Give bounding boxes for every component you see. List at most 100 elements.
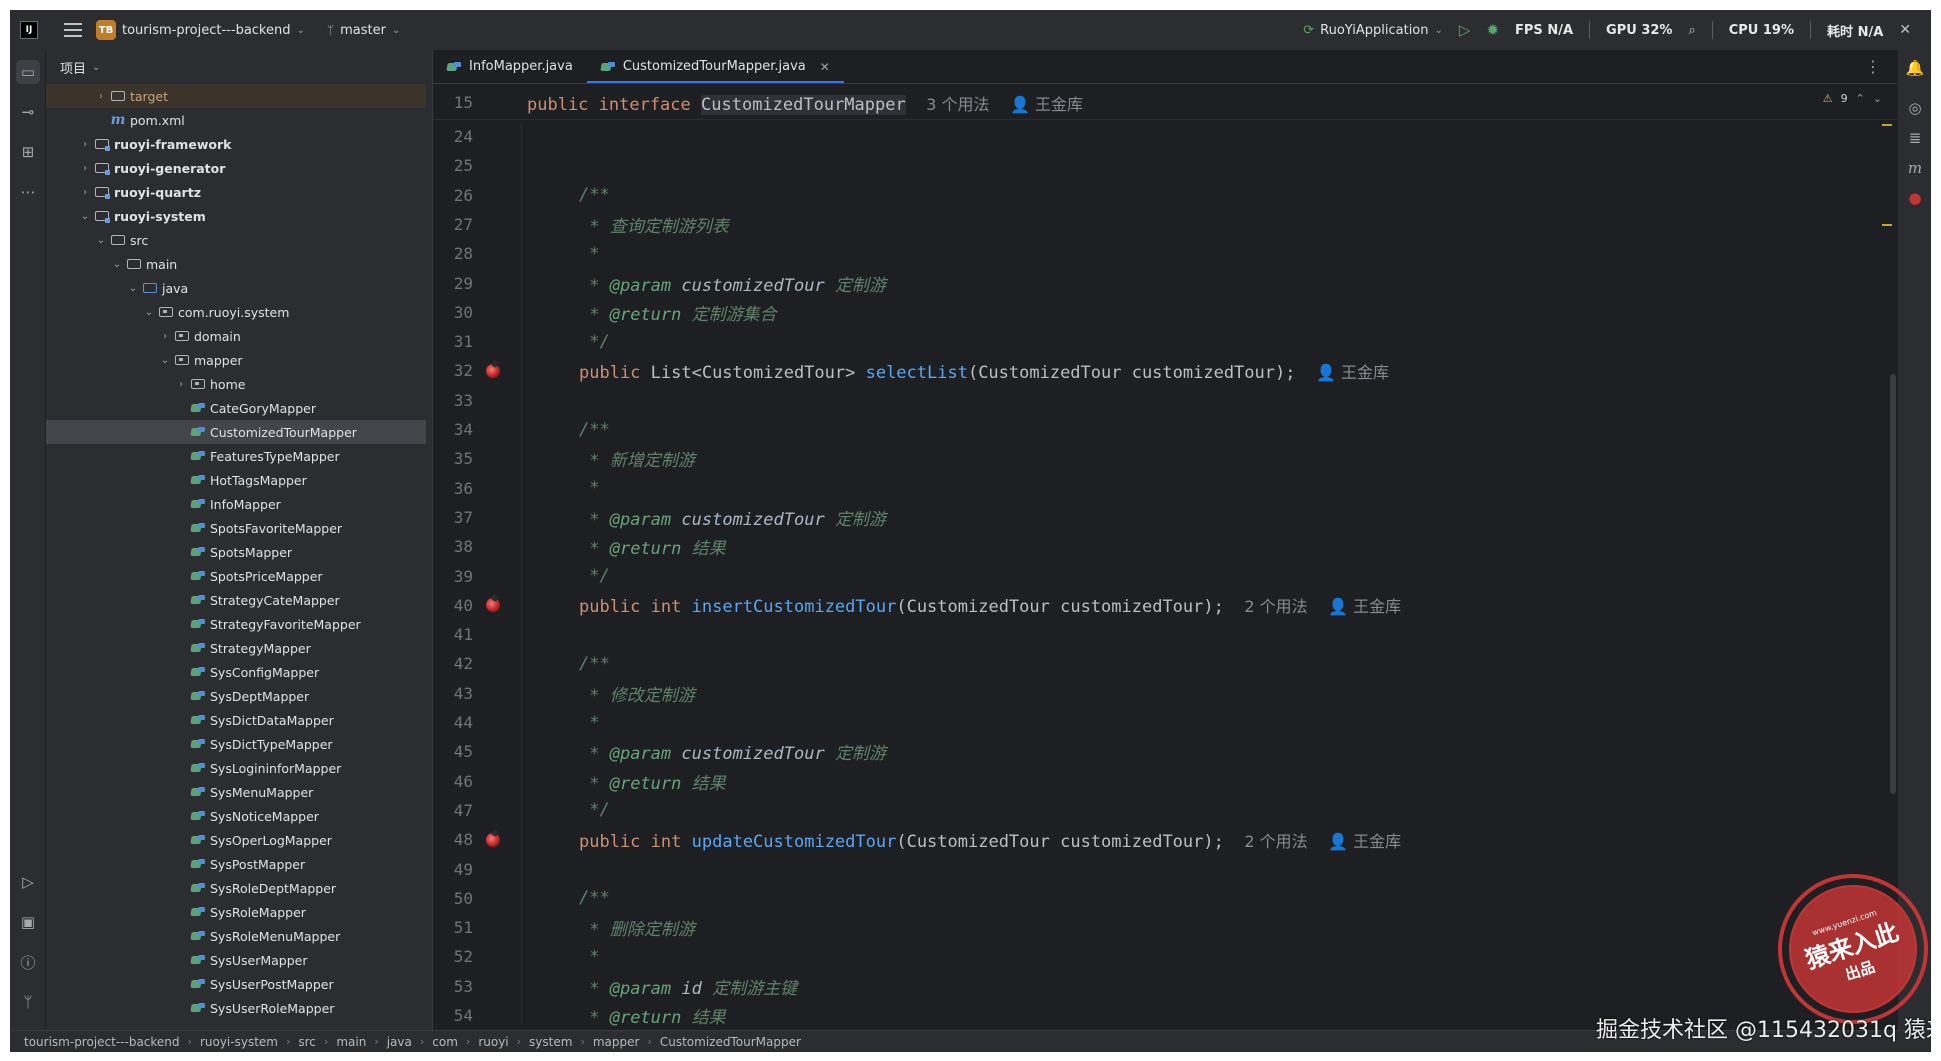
branch-switcher[interactable]: ᛘ master ⌄: [327, 23, 400, 38]
tree-row[interactable]: ⌄ src: [46, 228, 426, 252]
tree-row[interactable]: StrategyCateMapper: [46, 588, 426, 612]
services-tool-icon[interactable]: ▷: [16, 870, 40, 894]
tree-row[interactable]: SysPostMapper: [46, 852, 426, 876]
code-line[interactable]: 30 * @return 定制游集合: [433, 298, 1898, 327]
breadcrumb-item[interactable]: system: [529, 1035, 572, 1049]
editor-scrollbar[interactable]: [1890, 374, 1896, 794]
tree-row[interactable]: SysUserMapper: [46, 948, 426, 972]
tree-row[interactable]: › ruoyi-framework: [46, 132, 426, 156]
code-line[interactable]: 24: [433, 122, 1898, 151]
tree-row[interactable]: SysLogininforMapper: [46, 756, 426, 780]
code-line[interactable]: 46 * @return 结果: [433, 767, 1898, 796]
code-line[interactable]: 39 */: [433, 562, 1898, 591]
tree-row[interactable]: SysOperLogMapper: [46, 828, 426, 852]
breadcrumb-item[interactable]: src: [298, 1035, 316, 1049]
problems-tool-icon[interactable]: ⓘ: [16, 950, 40, 974]
tree-row[interactable]: ⌄ com.ruoyi.system: [46, 300, 426, 324]
chevron-down-icon[interactable]: ⌄: [158, 355, 172, 366]
tree-row[interactable]: SysDictTypeMapper: [46, 732, 426, 756]
tree-row[interactable]: SpotsMapper: [46, 540, 426, 564]
code-line[interactable]: 49: [433, 855, 1898, 884]
inspection-widget[interactable]: ⚠ 9 ⌃ ⌄: [1823, 92, 1882, 105]
code-line[interactable]: 26 /**: [433, 181, 1898, 210]
chevron-right-icon[interactable]: ›: [78, 163, 92, 174]
mybatis-icon[interactable]: ●: [1903, 186, 1927, 210]
error-stripe-mark[interactable]: [1882, 124, 1892, 126]
code-line[interactable]: 38 * @return 结果: [433, 532, 1898, 561]
debug-icon[interactable]: ✹: [1486, 21, 1499, 39]
database-icon[interactable]: ≣: [1903, 126, 1927, 150]
notifications-icon[interactable]: 🔔: [1903, 56, 1927, 80]
tree-row[interactable]: › target: [46, 84, 426, 108]
breadcrumb-item[interactable]: java: [387, 1035, 412, 1049]
code-line[interactable]: 52 *: [433, 942, 1898, 971]
tree-row[interactable]: HotTagsMapper: [46, 468, 426, 492]
tree-row[interactable]: › ruoyi-quartz: [46, 180, 426, 204]
close-tab-icon[interactable]: ✕: [820, 60, 830, 74]
code-line[interactable]: 43 * 修改定制游: [433, 679, 1898, 708]
breadcrumb-item[interactable]: ruoyi: [478, 1035, 508, 1049]
code-line[interactable]: 47 */: [433, 796, 1898, 825]
project-panel-header[interactable]: 项目 ⌄: [46, 50, 432, 84]
code-line[interactable]: 53 * @param id 定制游主键: [433, 972, 1898, 1001]
tree-row[interactable]: SysUserPostMapper: [46, 972, 426, 996]
tree-row[interactable]: SysNoticeMapper: [46, 804, 426, 828]
mybatis-gutter-icon[interactable]: [483, 830, 503, 850]
code-line[interactable]: 45 * @param customizedTour 定制游: [433, 737, 1898, 766]
chevron-up-icon[interactable]: ⌃: [1856, 92, 1865, 105]
chevron-down-icon[interactable]: ⌄: [110, 259, 124, 270]
more-tools-icon[interactable]: ⋯: [16, 180, 40, 204]
chevron-right-icon[interactable]: ›: [94, 91, 108, 102]
structure-tool-icon[interactable]: ⊞: [16, 140, 40, 164]
code-line[interactable]: 42 /**: [433, 649, 1898, 678]
usages-hint[interactable]: 3 个用法: [926, 95, 989, 114]
git-tool-icon[interactable]: ᛘ: [16, 990, 40, 1014]
tree-row[interactable]: InfoMapper: [46, 492, 426, 516]
intellij-logo-icon[interactable]: IJ: [20, 21, 38, 39]
mybatis-gutter-icon[interactable]: [483, 595, 503, 615]
usages-hint[interactable]: 2 个用法: [1244, 832, 1307, 851]
tree-row[interactable]: › ruoyi-generator: [46, 156, 426, 180]
ai-assistant-icon[interactable]: ◎: [1903, 96, 1927, 120]
project-switcher[interactable]: TB tourism-project---backend ⌄: [82, 20, 305, 40]
tree-row[interactable]: SpotsFavoriteMapper: [46, 516, 426, 540]
code-line[interactable]: 35 * 新增定制游: [433, 444, 1898, 473]
tree-row[interactable]: SysRoleMenuMapper: [46, 924, 426, 948]
tree-row[interactable]: SysConfigMapper: [46, 660, 426, 684]
tree-row[interactable]: m pom.xml: [46, 108, 426, 132]
search-icon[interactable]: ⌕: [1688, 23, 1695, 38]
breadcrumb-item[interactable]: com: [432, 1035, 458, 1049]
code-line[interactable]: 37 * @param customizedTour 定制游: [433, 503, 1898, 532]
tab-infomapper[interactable]: InfoMapper.java: [433, 50, 587, 83]
close-window-icon[interactable]: ✕: [1899, 22, 1911, 38]
breadcrumb-item[interactable]: CustomizedTourMapper: [660, 1035, 801, 1049]
tree-row[interactable]: ⌄ java: [46, 276, 426, 300]
tree-row[interactable]: ⌄ mapper: [46, 348, 426, 372]
tree-row[interactable]: SysUserRoleMapper: [46, 996, 426, 1020]
tree-row[interactable]: › domain: [46, 324, 426, 348]
tree-row[interactable]: › home: [46, 372, 426, 396]
code-line[interactable]: 32 public List<CustomizedTour> selectList…: [433, 356, 1898, 385]
tree-row[interactable]: CustomizedTourMapper: [46, 420, 426, 444]
tree-row[interactable]: ⌄ main: [46, 252, 426, 276]
chevron-right-icon[interactable]: ›: [78, 187, 92, 198]
tree-row[interactable]: FeaturesTypeMapper: [46, 444, 426, 468]
breadcrumb-item[interactable]: ruoyi-system: [200, 1035, 278, 1049]
chevron-down-icon[interactable]: ⌄: [142, 307, 156, 318]
main-menu-icon[interactable]: [64, 23, 82, 37]
breadcrumb-item[interactable]: main: [336, 1035, 366, 1049]
run-icon[interactable]: ▷: [1459, 21, 1471, 39]
usages-hint[interactable]: 2 个用法: [1244, 597, 1307, 616]
tree-row[interactable]: SpotsPriceMapper: [46, 564, 426, 588]
code-editor[interactable]: 15 public interface CustomizedTourMapper…: [433, 84, 1898, 1030]
tree-row[interactable]: StrategyMapper: [46, 636, 426, 660]
tab-customizedtourmapper[interactable]: CustomizedTourMapper.java ✕: [586, 50, 844, 83]
code-line[interactable]: 50 /**: [433, 884, 1898, 913]
code-line[interactable]: 29 * @param customizedTour 定制游: [433, 269, 1898, 298]
code-line[interactable]: 51 * 删除定制游: [433, 913, 1898, 942]
chevron-down-icon[interactable]: ⌄: [126, 283, 140, 294]
code-line[interactable]: 33: [433, 386, 1898, 415]
breadcrumb-item[interactable]: tourism-project---backend: [24, 1035, 180, 1049]
code-line[interactable]: 36 *: [433, 474, 1898, 503]
commit-tool-icon[interactable]: ⊸: [16, 100, 40, 124]
